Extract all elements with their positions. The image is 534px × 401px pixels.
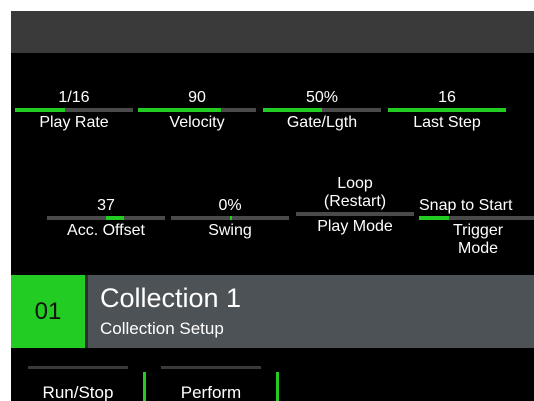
softkey-top-line: [28, 366, 128, 369]
param-level-fill: [230, 216, 233, 220]
param-level-bar: [171, 216, 289, 220]
param-label: Velocity: [169, 114, 225, 131]
param-value: Loop (Restart): [323, 175, 387, 210]
param-value: 50%: [305, 89, 339, 106]
param-gate-length[interactable]: 50% Gate/Lgth: [263, 89, 381, 132]
param-swing[interactable]: 0% Swing: [171, 197, 289, 240]
param-label: Play Rate: [39, 114, 109, 131]
param-level-fill: [138, 108, 221, 112]
param-level-fill: [388, 108, 506, 112]
collection-bar: 01 Collection 1 Collection Setup: [11, 275, 534, 348]
softkey-run-stop[interactable]: Run/Stop: [28, 366, 146, 401]
param-acc-offset[interactable]: 37 Acc. Offset: [47, 197, 165, 240]
param-level-bar: [419, 216, 534, 220]
param-level-fill: [106, 216, 124, 220]
softkey-separator: [143, 372, 146, 401]
title-bar: [11, 11, 534, 53]
param-play-mode[interactable]: Loop (Restart) Play Mode: [296, 175, 414, 236]
param-trigger-mode[interactable]: Snap to Start Trigger Mode: [419, 197, 534, 258]
softkey-label: Run/Stop: [42, 383, 114, 401]
param-last-step[interactable]: 16 Last Step: [388, 89, 506, 132]
param-level-fill: [263, 108, 322, 112]
param-label: Swing: [208, 222, 252, 239]
param-label: Acc. Offset: [67, 222, 145, 239]
param-play-rate[interactable]: 1/16 Play Rate: [15, 89, 133, 132]
param-value: 16: [438, 89, 456, 106]
collection-info[interactable]: Collection 1 Collection Setup: [88, 275, 534, 348]
param-value: Snap to Start: [419, 197, 513, 214]
collection-subtitle: Collection Setup: [100, 319, 224, 338]
param-level-fill: [419, 216, 449, 220]
param-level-bar: [138, 108, 256, 112]
param-level-bar: [263, 108, 381, 112]
param-level-bar: [296, 212, 414, 216]
softkey-separator: [276, 372, 279, 401]
param-level-bar: [47, 216, 165, 220]
param-value: 37: [97, 197, 115, 214]
param-value: 1/16: [58, 89, 90, 106]
param-value: 0%: [218, 197, 242, 214]
param-level-fill: [15, 108, 65, 112]
collection-number: 01: [11, 275, 85, 348]
param-level-bar: [388, 108, 506, 112]
param-label: Last Step: [413, 114, 481, 131]
softkey-perform[interactable]: Perform: [161, 366, 279, 401]
collection-name: Collection 1: [100, 283, 242, 313]
softkey-top-line: [161, 366, 261, 369]
param-label: Trigger Mode: [452, 222, 504, 257]
param-label: Play Mode: [317, 218, 393, 235]
param-level-bar: [15, 108, 133, 112]
softkey-label: Perform: [180, 383, 242, 401]
param-value: 90: [188, 89, 206, 106]
param-label: Gate/Lgth: [286, 114, 358, 131]
param-velocity[interactable]: 90 Velocity: [138, 89, 256, 132]
device-screen: 1/16 Play Rate 90 Velocity 50% Gate/Lgth…: [11, 11, 534, 401]
